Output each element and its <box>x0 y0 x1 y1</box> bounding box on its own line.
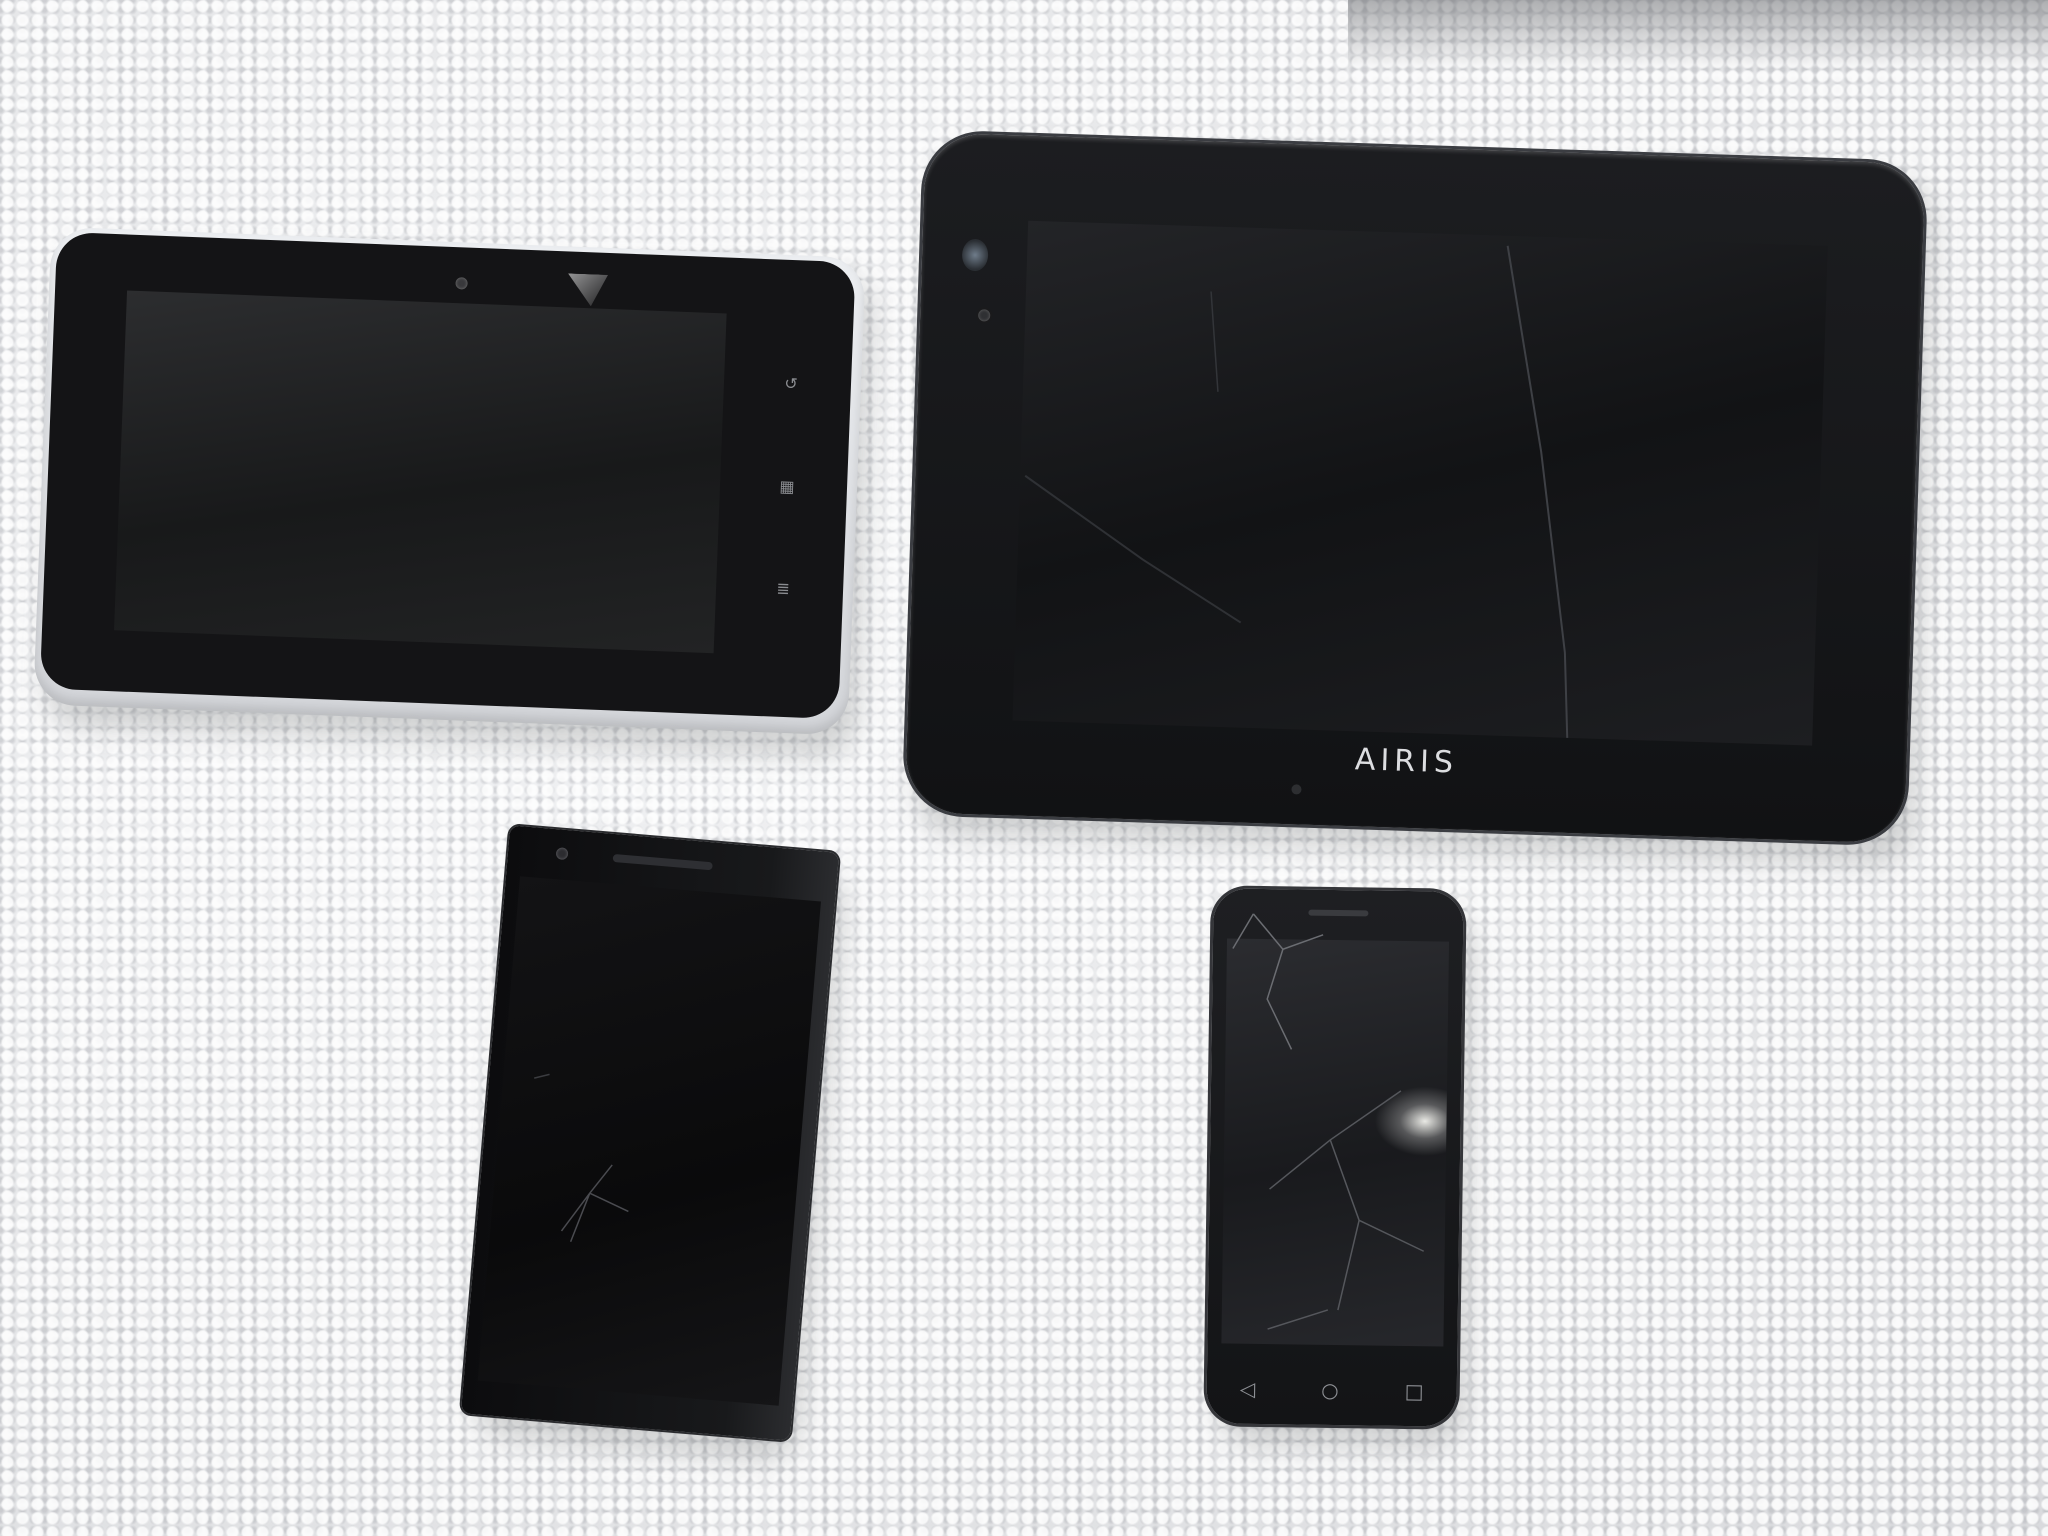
home-icon: ○ <box>1321 1377 1339 1403</box>
tablet-left-protective-film <box>567 273 608 307</box>
phone-right-nav-bar: ◁ ○ □ <box>1207 1375 1457 1404</box>
tablet-right-camera-icon <box>978 309 991 322</box>
tablet-right-light-sensor <box>961 238 989 272</box>
tablet-left-screen <box>114 290 727 654</box>
tablet-right-screen <box>1012 220 1828 746</box>
tablet-left-camera-icon <box>455 277 468 290</box>
phone-right: ◁ ○ □ <box>1206 888 1474 1449</box>
phone-right-earpiece <box>1308 909 1369 917</box>
tablet-left-bezel: ↺ ▦ ≣ <box>39 231 856 720</box>
phone-left-camera-icon <box>555 847 569 861</box>
tablet-airis: AIRIS <box>904 132 1935 866</box>
tablet-white-frame: ↺ ▦ ≣ <box>33 226 876 758</box>
phone-left-earpiece <box>612 853 713 871</box>
phone-left <box>460 825 848 1464</box>
background-shadow <box>1348 0 2048 70</box>
back-icon: ↺ <box>783 373 799 394</box>
recents-icon: □ <box>1404 1378 1424 1404</box>
phone-left-screen <box>477 876 821 1406</box>
phone-right-screen <box>1221 938 1450 1347</box>
menu-icon: ≣ <box>776 578 791 599</box>
phone-left-shell <box>460 825 840 1441</box>
styrofoam-background: ↺ ▦ ≣ AIRIS ◁ ○ □ <box>0 0 2048 1536</box>
tablet-right-mic-hole <box>1291 784 1302 795</box>
back-icon: ◁ <box>1239 1376 1256 1401</box>
home-icon: ▦ <box>779 476 795 497</box>
tablet-right-shell: AIRIS <box>904 132 1926 844</box>
phone-right-light-glare <box>1374 1085 1448 1157</box>
phone-right-shell: ◁ ○ □ <box>1206 888 1464 1427</box>
